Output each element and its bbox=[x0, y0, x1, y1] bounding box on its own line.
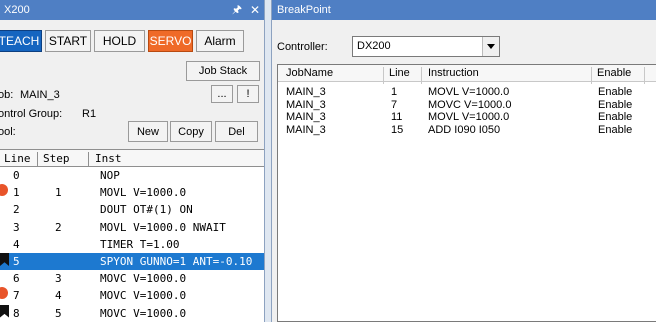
table-row[interactable]: 3 2 MOVL V=1000.0 NWAIT bbox=[0, 219, 264, 236]
row-inst: NOP bbox=[100, 169, 120, 182]
job-value: MAIN_3 bbox=[20, 89, 60, 101]
job-panel-titlebar: X200 🖈︎ ✕ bbox=[0, 0, 264, 20]
row-inst: MOVC V=1000.0 bbox=[100, 289, 187, 303]
breakpoint-title: BreakPoint bbox=[272, 0, 656, 20]
job-stack-button[interactable]: Job Stack bbox=[186, 61, 260, 81]
row-enable: Enable bbox=[598, 86, 633, 98]
table-row[interactable]: 4 TIMER T=1.00 bbox=[0, 236, 264, 253]
job-label: ob: bbox=[0, 89, 14, 101]
row-line: 15 bbox=[391, 123, 404, 136]
table-row[interactable]: 5 SPYON GUNNO=1 ANT=-0.10 bbox=[0, 252, 264, 271]
table-row[interactable]: MAIN_3 11 MOVL V=1000.0 Enable bbox=[278, 111, 656, 123]
row-line: 5 bbox=[13, 254, 20, 268]
row-line: 1 bbox=[13, 186, 20, 200]
row-line: 2 bbox=[13, 203, 20, 217]
row-line: 4 bbox=[13, 237, 20, 251]
chevron-down-icon[interactable] bbox=[482, 37, 499, 56]
controller-select[interactable]: DX200 bbox=[352, 36, 500, 57]
table-row[interactable]: 7 4 MOVC V=1000.0 bbox=[0, 287, 264, 304]
row-jobname: MAIN_3 bbox=[286, 111, 326, 123]
row-inst: MOVC V=1000.0 bbox=[100, 272, 187, 286]
table-row[interactable]: 0 NOP bbox=[0, 167, 264, 184]
app-root: X200 🖈︎ ✕ TEACH START HOLD SERVO Alarm J… bbox=[0, 0, 656, 322]
row-jobname: MAIN_3 bbox=[286, 98, 326, 111]
breakpoint-icon[interactable] bbox=[0, 287, 8, 300]
bookmark-icon bbox=[0, 304, 9, 318]
col-line-header[interactable]: Line bbox=[389, 67, 410, 79]
del-button[interactable]: Del bbox=[215, 121, 258, 142]
job-panel: X200 🖈︎ ✕ TEACH START HOLD SERVO Alarm J… bbox=[0, 0, 265, 322]
row-inst: MOVL V=1000.0 bbox=[100, 186, 187, 200]
row-step: 3 bbox=[55, 272, 62, 286]
job-panel-title: X200 bbox=[4, 4, 30, 16]
table-row[interactable]: 6 3 MOVC V=1000.0 bbox=[0, 270, 264, 287]
close-icon[interactable]: ✕ bbox=[246, 3, 264, 17]
table-row[interactable]: MAIN_3 7 MOVC V=1000.0 Enable bbox=[278, 99, 656, 111]
row-inst: DOUT OT#(1) ON bbox=[100, 203, 193, 217]
row-step: 4 bbox=[55, 289, 62, 303]
browse-button[interactable]: ... bbox=[211, 85, 233, 103]
new-button[interactable]: New bbox=[128, 121, 168, 142]
col-enable-header[interactable]: Enable bbox=[597, 67, 631, 79]
row-instruction: MOVC V=1000.0 bbox=[428, 98, 512, 111]
teach-button[interactable]: TEACH bbox=[0, 30, 42, 52]
col-jobname-header[interactable]: JobName bbox=[286, 67, 333, 79]
row-line: 1 bbox=[391, 86, 398, 98]
table-row[interactable]: MAIN_3 1 MOVL V=1000.0 Enable bbox=[278, 86, 656, 98]
start-button[interactable]: START bbox=[45, 30, 91, 52]
table-row[interactable]: 1 1 MOVL V=1000.0 bbox=[0, 184, 264, 201]
col-line-header[interactable]: Line bbox=[4, 152, 31, 165]
row-instruction: MOVL V=1000.0 bbox=[428, 86, 510, 98]
hold-button[interactable]: HOLD bbox=[94, 30, 145, 52]
row-enable: Enable bbox=[598, 123, 633, 136]
row-line: 11 bbox=[391, 111, 403, 123]
row-jobname: MAIN_3 bbox=[286, 86, 326, 98]
row-instruction: ADD I090 I050 bbox=[428, 123, 501, 136]
tool-label: ool: bbox=[0, 126, 16, 138]
row-line: 8 bbox=[13, 306, 20, 320]
controller-value: DX200 bbox=[357, 40, 391, 52]
row-line: 0 bbox=[13, 169, 20, 182]
row-inst: SPYON GUNNO=1 ANT=-0.10 bbox=[100, 254, 253, 268]
breakpoint-table: JobName Line Instruction Enable MAIN_3 1 M… bbox=[277, 64, 656, 322]
bang-button[interactable]: ! bbox=[237, 85, 259, 103]
row-line: 3 bbox=[13, 220, 20, 234]
controller-label: Controller: bbox=[277, 41, 328, 53]
row-instruction: MOVL V=1000.0 bbox=[428, 111, 510, 123]
row-enable: Enable bbox=[598, 98, 633, 111]
row-jobname: MAIN_3 bbox=[286, 123, 326, 136]
table-row[interactable]: 2 DOUT OT#(1) ON bbox=[0, 201, 264, 218]
col-inst-header[interactable]: Inst bbox=[95, 152, 122, 165]
row-step: 2 bbox=[55, 220, 62, 234]
row-line: 6 bbox=[13, 272, 20, 286]
row-inst: MOVC V=1000.0 bbox=[100, 306, 187, 320]
breakpoint-table-header: JobName Line Instruction Enable bbox=[278, 65, 656, 84]
breakpoint-panel: BreakPoint Controller: DX200 JobName Lin… bbox=[271, 0, 656, 322]
row-inst: TIMER T=1.00 bbox=[100, 237, 180, 251]
servo-button[interactable]: SERVO bbox=[148, 30, 193, 52]
row-step: 5 bbox=[55, 306, 62, 320]
copy-button[interactable]: Copy bbox=[170, 121, 212, 142]
breakpoint-icon[interactable] bbox=[0, 184, 8, 197]
pin-icon[interactable]: 🖈︎ bbox=[228, 1, 246, 20]
job-list-header: Line Step Inst bbox=[0, 149, 264, 169]
col-instruction-header[interactable]: Instruction bbox=[428, 67, 479, 79]
row-line: 7 bbox=[391, 98, 398, 111]
control-group-label: ontrol Group: bbox=[0, 108, 63, 120]
table-row[interactable]: MAIN_3 15 ADD I090 I050 Enable bbox=[278, 124, 656, 136]
alarm-button[interactable]: Alarm bbox=[196, 30, 244, 52]
row-line: 7 bbox=[13, 289, 20, 303]
row-enable: Enable bbox=[598, 111, 633, 123]
control-group-value: R1 bbox=[82, 108, 97, 120]
col-step-header[interactable]: Step bbox=[43, 152, 70, 165]
row-inst: MOVL V=1000.0 NWAIT bbox=[100, 220, 226, 234]
row-step: 1 bbox=[55, 186, 62, 200]
mode-button-row: TEACH START HOLD SERVO Alarm bbox=[0, 30, 244, 52]
bookmark-icon bbox=[0, 252, 9, 266]
table-row[interactable]: 8 5 MOVC V=1000.0 bbox=[0, 304, 264, 322]
job-list: 0 NOP 1 1 MOVL V=1000.0 2 DOUT OT#(1) ON 3 2 MOVL… bbox=[0, 167, 264, 322]
